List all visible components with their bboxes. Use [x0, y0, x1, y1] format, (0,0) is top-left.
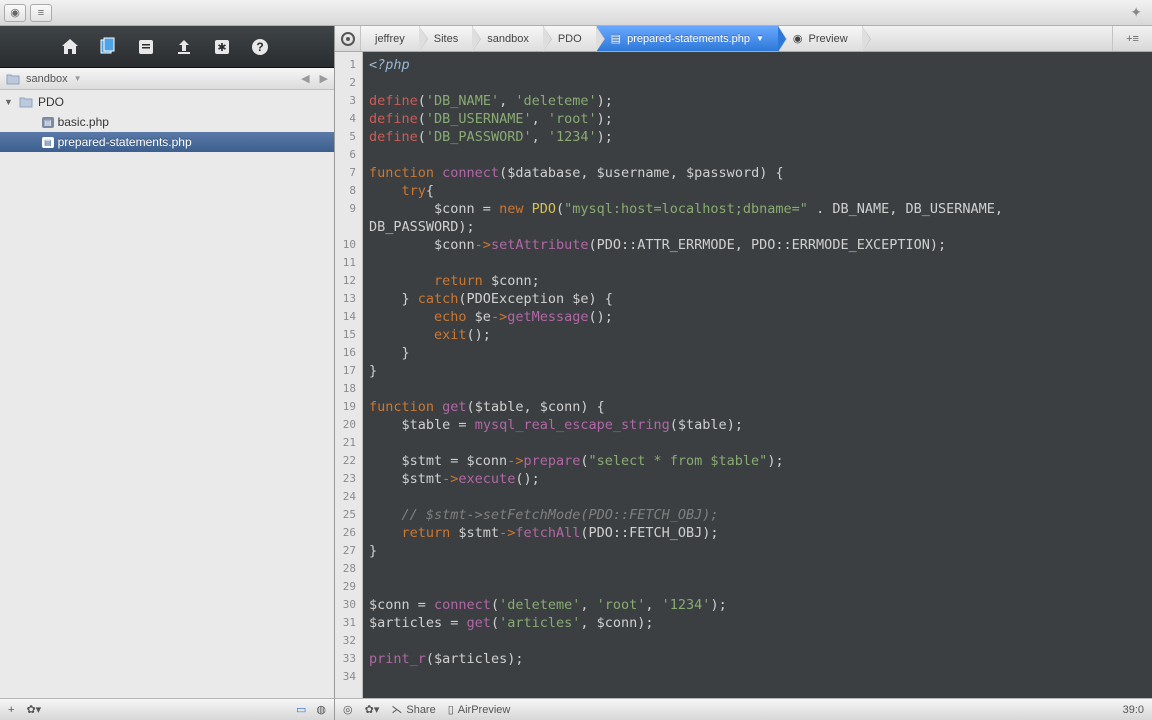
add-button[interactable]: +: [8, 704, 14, 716]
tree-file-label: prepared-statements.php: [58, 135, 192, 149]
tree-folder-label: PDO: [38, 95, 64, 109]
chevron-down-icon: ▼: [74, 74, 82, 83]
php-file-icon: ▤: [42, 117, 54, 128]
preview-tab-label: Preview: [809, 33, 848, 45]
code-editor[interactable]: 1234567891011121314151617181920212223242…: [335, 52, 1152, 698]
navigate-icon[interactable]: [335, 26, 361, 51]
line-gutter: 1234567891011121314151617181920212223242…: [335, 52, 363, 698]
code-content[interactable]: <?php define('DB_NAME', 'deleteme');defi…: [363, 52, 1152, 698]
editor-pane: jeffrey Sites sandbox PDO ▤ prepared-sta…: [335, 26, 1152, 720]
share-button[interactable]: ⋋ Share: [391, 703, 435, 716]
chevron-down-icon: ▼: [756, 34, 764, 43]
tree-file[interactable]: ▤ prepared-statements.php: [0, 132, 334, 152]
breadcrumb-root: sandbox: [26, 73, 68, 85]
device-icon: ▯: [448, 703, 454, 716]
airpreview-label: AirPreview: [458, 704, 511, 716]
active-file-label: prepared-statements.php: [627, 33, 750, 45]
help-icon[interactable]: ?: [248, 35, 272, 59]
file-icon: ▤: [611, 32, 621, 45]
path-crumb-label: jeffrey: [375, 33, 405, 45]
eye-icon: ◉: [793, 32, 803, 45]
gear-icon[interactable]: ✿▾: [26, 703, 41, 716]
add-tab-icon[interactable]: ✦: [1130, 4, 1148, 21]
path-crumb[interactable]: Sites: [420, 26, 473, 51]
files-icon[interactable]: [96, 35, 120, 59]
php-file-icon: ▤: [42, 137, 54, 148]
airpreview-button[interactable]: ▯ AirPreview: [448, 703, 511, 716]
nav-back-icon[interactable]: ◀: [301, 72, 309, 85]
target-icon[interactable]: ◎: [343, 703, 353, 716]
tree-file[interactable]: ▤ basic.php: [0, 112, 334, 132]
active-file-tab[interactable]: ▤ prepared-statements.php ▼: [597, 26, 779, 51]
file-tree[interactable]: ▼ PDO ▤ basic.php ▤ prepared-statements.…: [0, 90, 334, 698]
toolbar-button-2[interactable]: ≡: [30, 4, 52, 22]
globe-icon[interactable]: ◍: [316, 703, 326, 716]
path-crumb[interactable]: sandbox: [473, 26, 544, 51]
preview-tab[interactable]: ◉ Preview: [779, 26, 863, 51]
home-icon[interactable]: [58, 35, 82, 59]
path-crumb-label: PDO: [558, 33, 582, 45]
upload-icon[interactable]: [172, 35, 196, 59]
rss-icon: ⋋: [391, 703, 402, 716]
sidebar: ✱ ? sandbox ▼ ◀ ▶ ▼ PDO: [0, 26, 335, 720]
folder-icon: [18, 96, 34, 108]
sidebar-toolbar: ✱ ?: [0, 26, 334, 68]
sidebar-statusbar: + ✿▾ ▭ ◍: [0, 698, 334, 720]
split-view-icon[interactable]: +≡: [1112, 26, 1152, 51]
view-mode-icon[interactable]: ▭: [296, 703, 306, 716]
star-icon[interactable]: ✱: [210, 35, 234, 59]
window-toolbar: ◉ ≡ ✦: [0, 0, 1152, 26]
gear-icon[interactable]: ✿▾: [365, 703, 380, 716]
share-label: Share: [406, 704, 435, 716]
editor-statusbar: ◎ ✿▾ ⋋ Share ▯ AirPreview 39:0: [335, 698, 1152, 720]
path-crumb-label: sandbox: [487, 33, 529, 45]
nav-forward-icon[interactable]: ▶: [320, 72, 328, 85]
path-tab-strip: jeffrey Sites sandbox PDO ▤ prepared-sta…: [335, 26, 1152, 52]
path-crumb[interactable]: jeffrey: [361, 26, 420, 51]
cursor-position: 39:0: [1123, 704, 1144, 716]
tree-folder[interactable]: ▼ PDO: [0, 92, 334, 112]
folder-icon: [6, 73, 20, 85]
svg-text:?: ?: [256, 40, 263, 54]
path-crumb-label: Sites: [434, 33, 458, 45]
sidebar-breadcrumb[interactable]: sandbox ▼ ◀ ▶: [0, 68, 334, 90]
tree-file-label: basic.php: [58, 115, 109, 129]
toolbar-button-1[interactable]: ◉: [4, 4, 26, 22]
note-icon[interactable]: [134, 35, 158, 59]
svg-text:✱: ✱: [217, 42, 226, 54]
disclosure-triangle-icon[interactable]: ▼: [4, 97, 14, 107]
